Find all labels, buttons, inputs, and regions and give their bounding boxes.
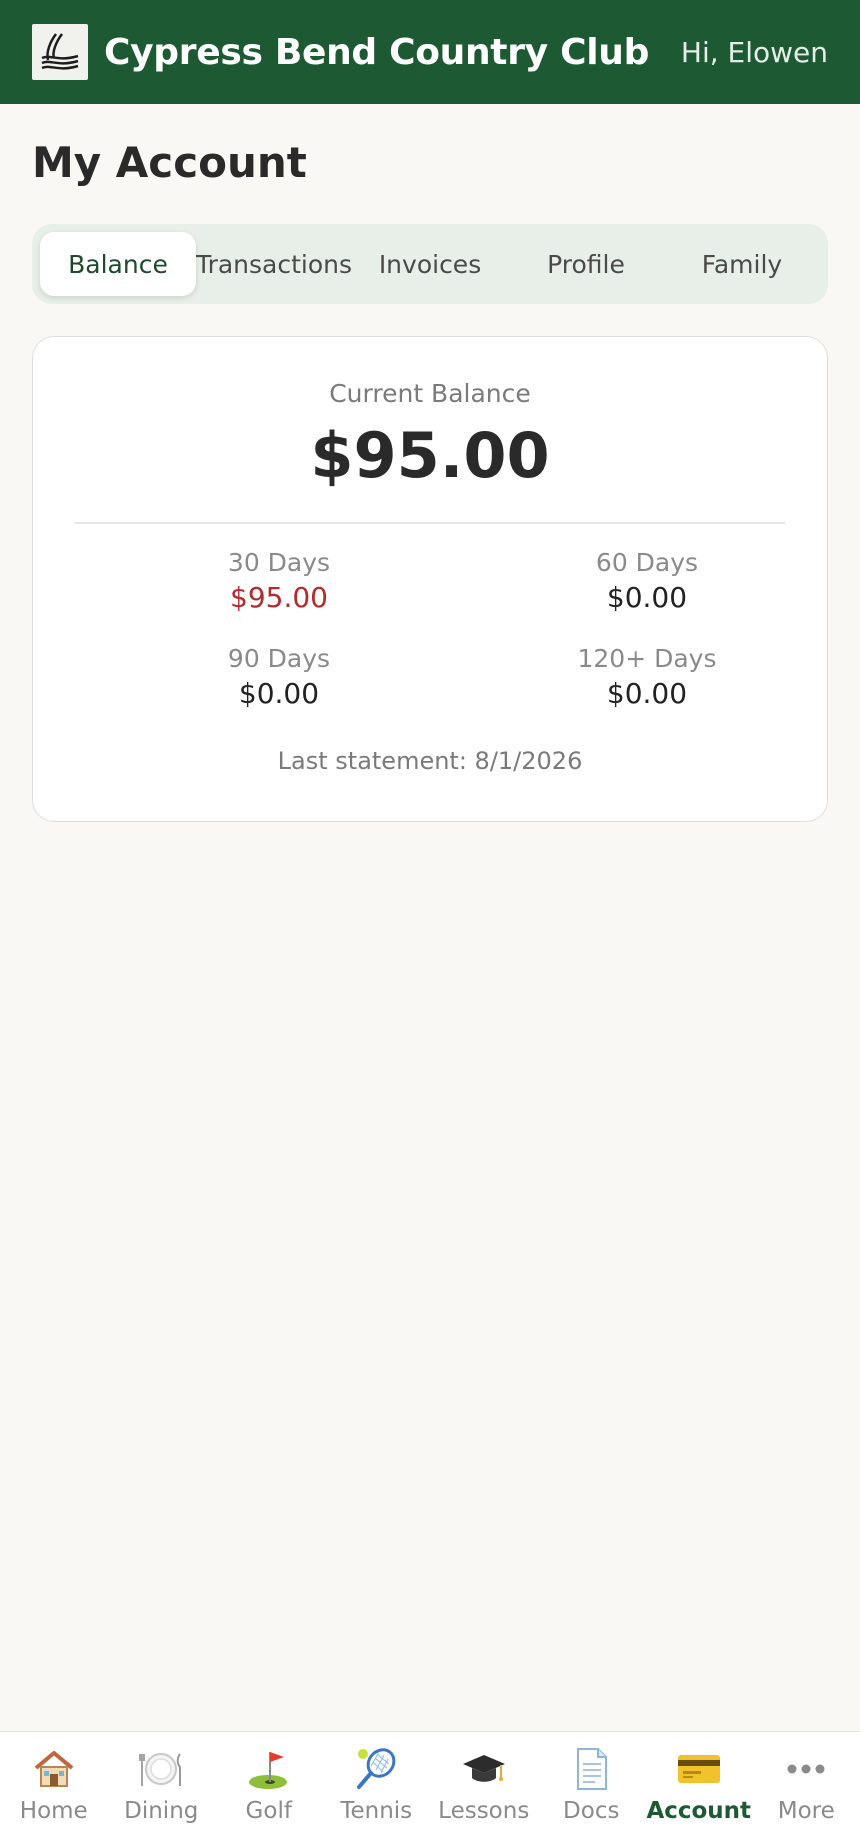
divider	[75, 522, 785, 524]
balance-card: Current Balance $95.00 30 Days $95.00 60…	[32, 336, 828, 822]
house-icon	[31, 1746, 77, 1792]
tab-balance[interactable]: Balance	[40, 232, 196, 296]
nav-item-docs[interactable]: Docs	[538, 1732, 646, 1840]
nav-label: Dining	[124, 1798, 199, 1824]
tab-family[interactable]: Family	[664, 232, 820, 296]
aging-value: $0.00	[606, 581, 688, 614]
wave-logo-icon[interactable]	[32, 24, 88, 80]
current-balance-label: Current Balance	[329, 379, 531, 408]
nav-item-golf[interactable]: Golf	[215, 1732, 323, 1840]
current-balance-amount: $95.00	[310, 419, 550, 492]
app-header: Cypress Bend Country Club Hi, Elowen	[0, 0, 860, 104]
nav-label: Golf	[245, 1798, 292, 1824]
aging-120-plus-days: 120+ Days $0.00	[497, 643, 797, 713]
aging-value: $95.00	[230, 581, 328, 614]
document-icon	[568, 1746, 614, 1792]
credit-card-icon	[676, 1746, 722, 1792]
graduation-cap-icon	[461, 1746, 507, 1792]
golf-flag-icon	[246, 1746, 292, 1792]
tab-transactions[interactable]: Transactions	[196, 232, 352, 296]
plate-icon	[138, 1746, 184, 1792]
aging-90-days: 90 Days $0.00	[129, 643, 429, 713]
aging-value: $0.00	[606, 677, 688, 710]
aging-60-days: 60 Days $0.00	[497, 547, 797, 617]
aging-label: 30 Days	[227, 548, 331, 577]
nav-label: More	[777, 1798, 835, 1824]
tennis-racket-icon	[353, 1746, 399, 1792]
nav-item-account[interactable]: Account	[645, 1732, 753, 1840]
page-title: My Account	[32, 138, 307, 187]
account-tabs: Balance Transactions Invoices Profile Fa…	[32, 224, 828, 304]
nav-label: Tennis	[340, 1798, 413, 1824]
more-dots-icon	[783, 1746, 829, 1792]
nav-item-home[interactable]: Home	[0, 1732, 108, 1840]
last-statement-date: Last statement: 8/1/2026	[277, 747, 583, 775]
user-greeting: Hi, Elowen	[680, 35, 828, 69]
nav-item-more[interactable]: More	[753, 1732, 860, 1840]
nav-label: Docs	[563, 1798, 620, 1824]
nav-item-tennis[interactable]: Tennis	[323, 1732, 431, 1840]
aging-label: 90 Days	[227, 644, 331, 673]
tab-invoices[interactable]: Invoices	[352, 232, 508, 296]
nav-item-lessons[interactable]: Lessons	[430, 1732, 538, 1840]
bottom-nav: Home Dining Golf Tennis Lessons Docs Acc…	[0, 1731, 860, 1840]
nav-label: Home	[19, 1798, 88, 1824]
nav-label: Lessons	[438, 1798, 530, 1824]
aging-label: 60 Days	[595, 548, 699, 577]
aging-value: $0.00	[238, 677, 320, 710]
aging-30-days: 30 Days $95.00	[129, 547, 429, 617]
nav-item-dining[interactable]: Dining	[108, 1732, 216, 1840]
club-name: Cypress Bend Country Club	[104, 31, 650, 73]
nav-label: Account	[646, 1798, 752, 1824]
tab-profile[interactable]: Profile	[508, 232, 664, 296]
aging-label: 120+ Days	[577, 644, 717, 673]
